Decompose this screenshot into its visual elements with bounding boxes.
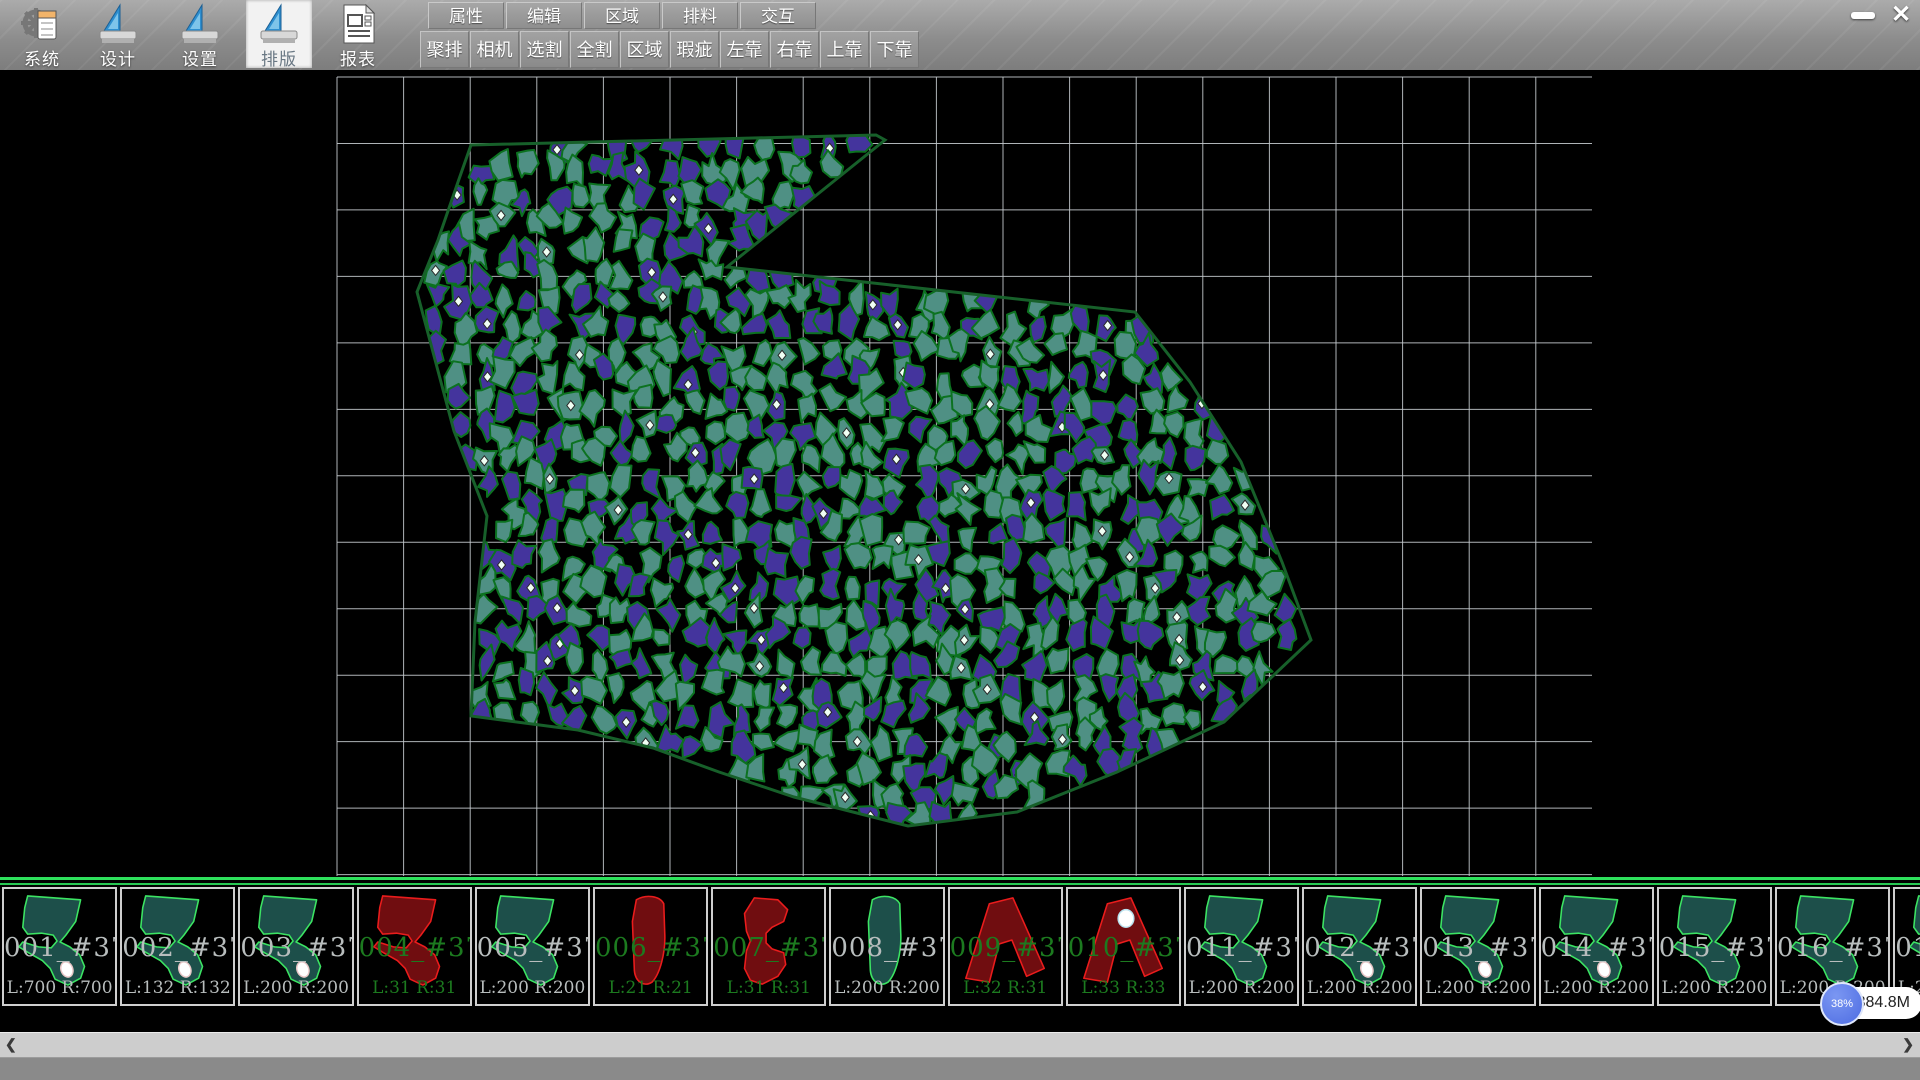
tool-button-1[interactable]: 相机 (470, 31, 519, 68)
piece-lr-count: L:31 R:31 (713, 978, 824, 998)
piece-lr-count: L:200 R:200 (1541, 978, 1652, 998)
mode-button-label: 设置 (167, 45, 233, 70)
strip-top-border-2 (0, 883, 1920, 885)
menu-row: 属性编辑区域排料交互 (428, 2, 816, 29)
mode-button-label: 设计 (85, 45, 151, 70)
ruler-icon (96, 3, 140, 45)
menu-item-1[interactable]: 编辑 (506, 2, 582, 29)
mode-button-3[interactable]: 排版 (246, 0, 312, 68)
piece-lr-count: L:200 R:200 (1304, 978, 1415, 998)
piece-thumbnail-004_#37[interactable]: 004_#37 L:31 R:31 (357, 887, 472, 1006)
piece-thumbnail-010_#37[interactable]: 010_#37 L:33 R:33 (1066, 887, 1181, 1006)
piece-lr-count: L:21 R:21 (595, 978, 706, 998)
strip-top-border (0, 877, 1920, 880)
piece-thumbnail-009_#37[interactable]: 009_#37 L:32 R:31 (948, 887, 1063, 1006)
tool-button-3[interactable]: 全割 (570, 31, 619, 68)
memory-percent-circle: 38% (1820, 982, 1864, 1026)
piece-thumbnail-013_#37[interactable]: 013_#37 L:200 R:200 (1420, 887, 1535, 1006)
tool-button-4[interactable]: 区域 (620, 31, 669, 68)
piece-thumbnail-003_#37[interactable]: 003_#37 L:200 R:200 (238, 887, 353, 1006)
piece-thumbnail-strip: 001_#37L:700 R:700002_#37L:132 R:132003_… (0, 877, 1920, 1032)
scroll-right-icon[interactable]: ❯ (1902, 1036, 1914, 1053)
piece-thumbnail-005_#37[interactable]: 005_#37 L:200 R:200 (475, 887, 590, 1006)
nesting-app-window: { "window": {"minimize_glyph": "", "clos… (0, 0, 1920, 1080)
ruler-icon (257, 3, 301, 45)
tool-button-5[interactable]: 瑕疵 (670, 31, 719, 68)
piece-id-label: 012_#37 (1304, 933, 1415, 963)
piece-id-label: 014_#37 (1541, 933, 1652, 963)
gear-icon (20, 3, 64, 45)
tool-row: 聚排相机选割全割区域瑕疵左靠右靠上靠下靠 (420, 31, 919, 68)
menu-item-4[interactable]: 交互 (740, 2, 816, 29)
piece-lr-count: L:200 R:200 (1422, 978, 1533, 998)
mode-button-1[interactable]: 设计 (85, 0, 151, 68)
piece-thumbnail-012_#37[interactable]: 012_#37 L:200 R:200 (1302, 887, 1417, 1006)
piece-lr-count: L:32 R:31 (950, 978, 1061, 998)
report-icon (336, 3, 380, 45)
piece-id-label: 013_#37 (1422, 933, 1533, 963)
close-button[interactable]: ✕ (1886, 3, 1916, 27)
piece-thumbnail-001_#37[interactable]: 001_#37 L:700 R:700 (2, 887, 117, 1006)
piece-thumbnail-002_#37[interactable]: 002_#37 L:132 R:132 (120, 887, 235, 1006)
minimize-button[interactable] (1848, 6, 1878, 24)
minimize-icon (1851, 12, 1875, 19)
piece-thumbnail-008_#37[interactable]: 008_#37 L:200 R:200 (829, 887, 944, 1006)
mode-button-label: 系统 (9, 45, 75, 70)
piece-id-label: 016_#37 (1777, 933, 1888, 963)
status-bar (0, 1057, 1920, 1080)
horizontal-scrollbar[interactable]: ❮ ❯ (0, 1032, 1920, 1057)
piece-id-label: 005_#37 (477, 933, 588, 963)
ruler-icon (178, 3, 222, 45)
piece-id-label: 007_#37 (713, 933, 824, 963)
tool-button-9[interactable]: 下靠 (870, 31, 919, 68)
menu-item-3[interactable]: 排料 (662, 2, 738, 29)
piece-id-label: 003_#37 (240, 933, 351, 963)
piece-lr-count: L:200 R:200 (1659, 978, 1770, 998)
mode-button-0[interactable]: 系统 (9, 0, 75, 68)
piece-id-label: 009_#37 (950, 933, 1061, 963)
piece-thumbnail-015_#37[interactable]: 015_#37 L:200 R:200 (1657, 887, 1772, 1006)
piece-id-label: 004_#37 (359, 933, 470, 963)
mode-button-4[interactable]: 报表 (325, 0, 391, 68)
piece-id-label: 010_#37 (1068, 933, 1179, 963)
nesting-canvas-svg (0, 70, 1920, 877)
piece-lr-count: L:31 R:31 (359, 978, 470, 998)
piece-lr-count: L:700 R:700 (4, 978, 115, 998)
scroll-left-icon[interactable]: ❮ (5, 1036, 17, 1053)
piece-lr-count: L:200 R:200 (1186, 978, 1297, 998)
piece-lr-count: L:200 R:200 (477, 978, 588, 998)
menu-item-2[interactable]: 区域 (584, 2, 660, 29)
tool-button-7[interactable]: 右靠 (770, 31, 819, 68)
menu-item-0[interactable]: 属性 (428, 2, 504, 29)
piece-thumbnail-011_#37[interactable]: 011_#37 L:200 R:200 (1184, 887, 1299, 1006)
mode-button-2[interactable]: 设置 (167, 0, 233, 68)
window-controls: ✕ (1848, 2, 1916, 28)
piece-lr-count: L:33 R:33 (1068, 978, 1179, 998)
piece-thumbnail-006_#37[interactable]: 006_#37 L:21 R:21 (593, 887, 708, 1006)
piece-id-label: 008_#37 (831, 933, 942, 963)
piece-id-label: 011_#37 (1186, 933, 1297, 963)
piece-id-label: 001_#37 (4, 933, 115, 963)
mode-button-label: 排版 (246, 45, 312, 70)
tool-button-6[interactable]: 左靠 (720, 31, 769, 68)
piece-thumbnail-007_#37[interactable]: 007_#37 L:31 R:31 (711, 887, 826, 1006)
piece-id-label: 002_#37 (122, 933, 233, 963)
piece-thumbnail-014_#37[interactable]: 014_#37 L:200 R:200 (1539, 887, 1654, 1006)
piece-lr-count: L:200 R:200 (831, 978, 942, 998)
mode-button-label: 报表 (325, 45, 391, 70)
ribbon-header: 系统设计设置排版报表 属性编辑区域排料交互 聚排相机选割全割区域瑕疵左靠右靠上靠… (0, 0, 1920, 70)
piece-lr-count: L:132 R:132 (122, 978, 233, 998)
tool-button-8[interactable]: 上靠 (820, 31, 869, 68)
piece-id-label: 006_#37 (595, 933, 706, 963)
tool-button-2[interactable]: 选割 (520, 31, 569, 68)
piece-id-label: 015_#37 (1659, 933, 1770, 963)
piece-id-label: 017_#37 (1895, 933, 1920, 963)
piece-lr-count: L:200 R:200 (240, 978, 351, 998)
nesting-canvas[interactable] (0, 70, 1920, 877)
tool-button-0[interactable]: 聚排 (420, 31, 469, 68)
